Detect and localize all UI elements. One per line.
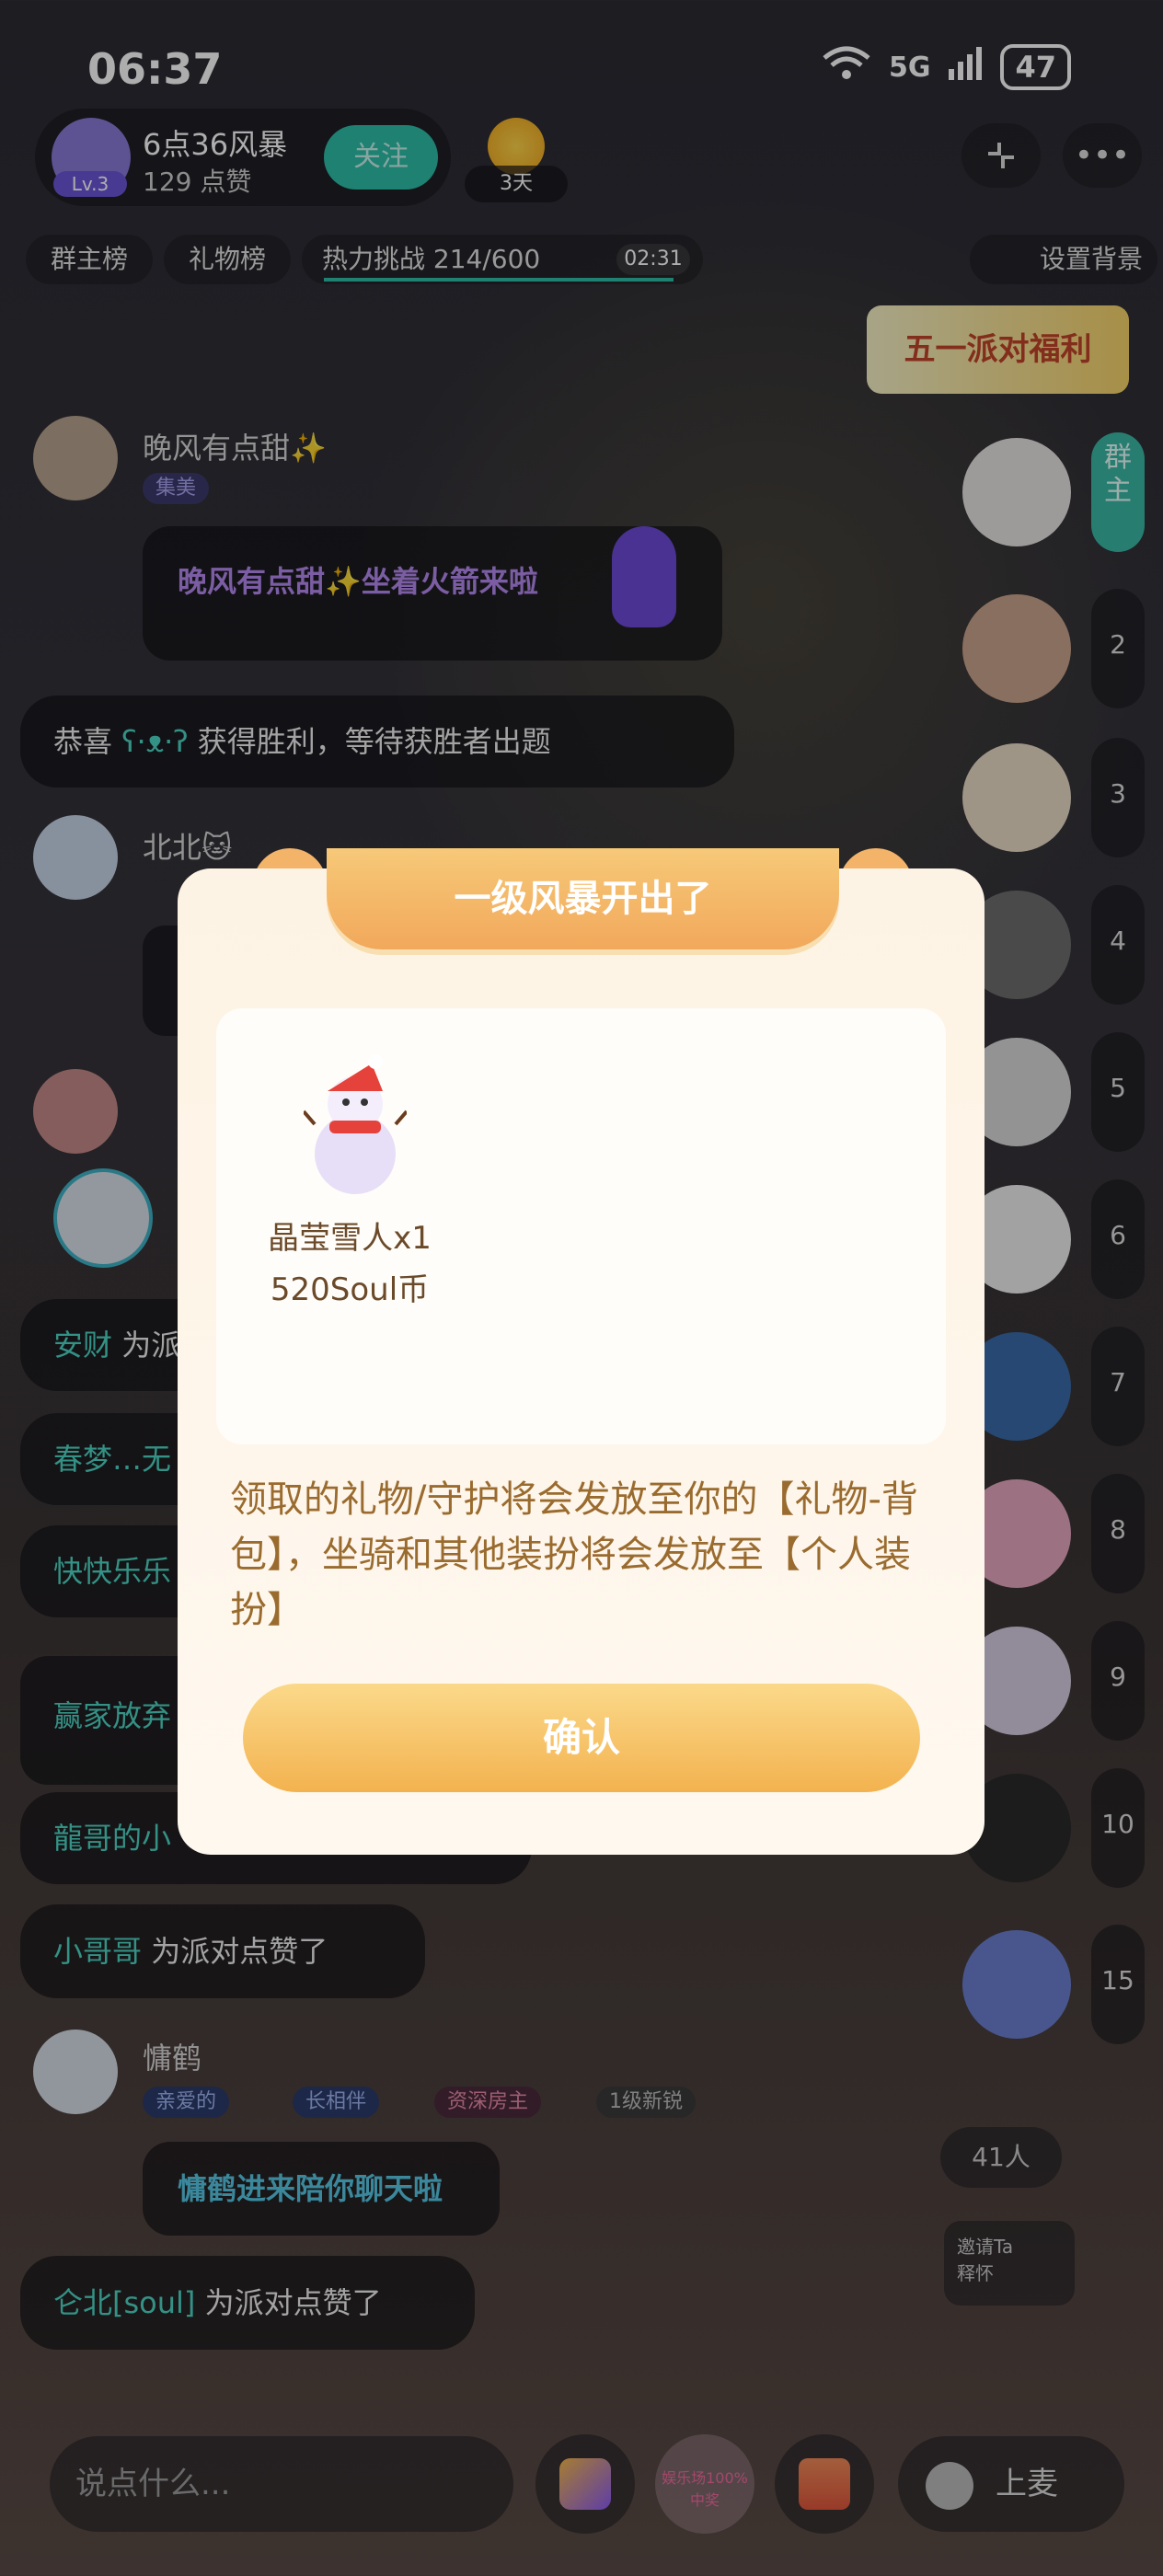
confirm-button[interactable]: 确认	[243, 1684, 920, 1792]
gift-price: 520Soul币	[270, 1271, 430, 1308]
snowman-icon	[302, 1051, 409, 1196]
gift-name: 晶莹雪人x1	[268, 1220, 432, 1257]
modal-description: 领取的礼物/守护将会发放至你的【礼物-背包】，坐骑和其他装扮将会发放至【个人装扮…	[230, 1478, 918, 1631]
modal-title: 一级风暴开出了	[327, 848, 839, 949]
